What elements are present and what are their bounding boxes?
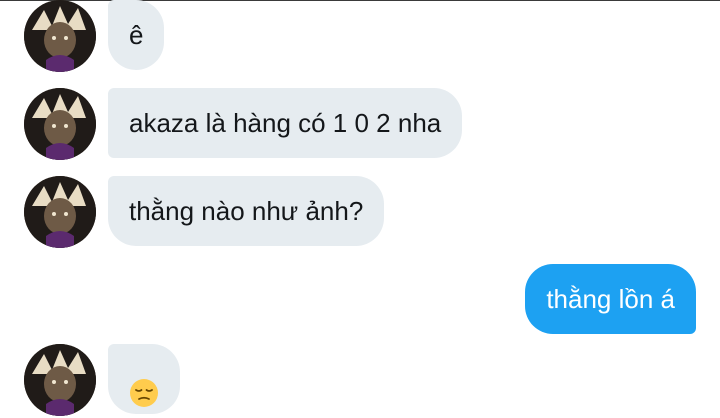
avatar[interactable] — [24, 176, 96, 248]
avatar-image-icon — [24, 0, 96, 72]
received-message-bubble[interactable]: akaza là hàng có 1 0 2 nha — [108, 88, 463, 158]
sent-message-bubble[interactable]: thằng lồn á — [525, 264, 696, 334]
avatar-image-icon — [24, 344, 96, 416]
conversation-thread[interactable]: ê akaza là hàng có 1 0 2 nha thằng nào n… — [0, 0, 720, 418]
message-text: thằng nào như ảnh? — [129, 196, 364, 226]
message-text: thằng lồn á — [546, 284, 675, 314]
received-message-bubble[interactable]: ê — [108, 0, 165, 70]
received-message-bubble[interactable]: thằng nào như ảnh? — [108, 176, 385, 246]
avatar[interactable] — [24, 344, 96, 416]
avatar[interactable] — [24, 88, 96, 160]
message-text: ê — [129, 20, 144, 50]
avatar[interactable] — [24, 0, 96, 72]
pensive-face-icon — [129, 364, 159, 408]
message-text: akaza là hàng có 1 0 2 nha — [129, 108, 442, 138]
avatar-image-icon — [24, 88, 96, 160]
received-message-bubble[interactable] — [108, 344, 180, 414]
avatar-image-icon — [24, 176, 96, 248]
